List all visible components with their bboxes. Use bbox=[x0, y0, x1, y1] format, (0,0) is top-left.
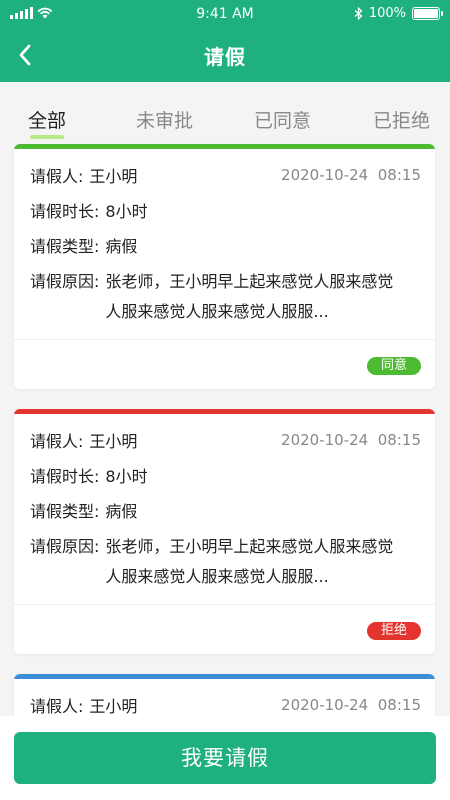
battery-level bbox=[414, 9, 438, 18]
reason-row: 请假原因: 张老师，王小明早上起来感觉人服来感觉人服来感觉人服来感觉人服服... bbox=[30, 271, 421, 327]
card-footer: 拒绝 bbox=[14, 604, 435, 654]
type-row: 请假类型: 病假 bbox=[30, 236, 421, 258]
type-label: 请假类型: bbox=[30, 237, 100, 256]
type-value: 病假 bbox=[105, 237, 138, 256]
duration-row: 请假时长: 8小时 bbox=[30, 201, 421, 223]
app-header: 9:41 AM 100% 请假 bbox=[0, 0, 450, 82]
tab-pending-label: 未审批 bbox=[136, 110, 194, 132]
page-title: 请假 bbox=[204, 45, 246, 69]
card-date: 2020-10-24 bbox=[281, 431, 369, 449]
duration-value: 8小时 bbox=[105, 467, 148, 486]
duration-label: 请假时长: bbox=[30, 202, 100, 221]
tab-rejected-label: 已拒绝 bbox=[373, 110, 431, 132]
card-date: 2020-10-24 bbox=[281, 166, 369, 184]
tab-approved-label: 已同意 bbox=[254, 110, 312, 132]
bluetooth-icon bbox=[354, 7, 363, 20]
leave-card[interactable]: 2020-10-24 08:15 请假人: 王小明 请假时长: 8小时 请假类型… bbox=[14, 144, 435, 389]
type-row: 请假类型: 病假 bbox=[30, 501, 421, 523]
status-right: 100% bbox=[354, 6, 443, 21]
apply-leave-button[interactable]: 我要请假 bbox=[14, 732, 436, 784]
reason-row: 请假原因: 张老师，王小明早上起来感觉人服来感觉人服来感觉人服来感觉人服服... bbox=[30, 536, 421, 592]
card-footer: 同意 bbox=[14, 339, 435, 389]
status-badge: 同意 bbox=[366, 357, 421, 375]
reason-label: 请假原因: bbox=[30, 272, 100, 291]
card-body: 2020-10-24 08:15 请假人: 王小明 请假时长: 8小时 请假类型… bbox=[14, 414, 435, 592]
card-body: 2020-10-24 08:15 请假人: 王小明 bbox=[14, 679, 435, 718]
type-value: 病假 bbox=[105, 502, 138, 521]
tab-approved[interactable]: 已同意 bbox=[254, 106, 311, 133]
tab-all[interactable]: 全部 bbox=[28, 106, 67, 139]
reason-label: 请假原因: bbox=[30, 537, 100, 556]
duration-value: 8小时 bbox=[105, 202, 148, 221]
card-time: 08:15 bbox=[377, 431, 421, 449]
battery-percent: 100% bbox=[368, 6, 406, 21]
card-body: 2020-10-24 08:15 请假人: 王小明 请假时长: 8小时 请假类型… bbox=[14, 149, 435, 327]
bottom-action-bar: 我要请假 bbox=[0, 716, 450, 800]
reason-value: 张老师，王小明早上起来感觉人服来感觉人服来感觉人服来感觉人服服... bbox=[105, 537, 394, 586]
applicant-label: 请假人: bbox=[30, 432, 84, 451]
applicant-value: 王小明 bbox=[89, 697, 138, 716]
card-date: 2020-10-24 bbox=[281, 696, 369, 714]
duration-label: 请假时长: bbox=[30, 467, 100, 486]
tab-pending[interactable]: 未审批 bbox=[136, 106, 193, 133]
active-tab-indicator bbox=[30, 135, 65, 139]
reason-value: 张老师，王小明早上起来感觉人服来感觉人服来感觉人服来感觉人服服... bbox=[105, 272, 394, 321]
card-datetime: 2020-10-24 08:15 bbox=[281, 696, 421, 714]
card-datetime: 2020-10-24 08:15 bbox=[281, 431, 421, 449]
applicant-value: 王小明 bbox=[89, 167, 138, 186]
leave-card[interactable]: 2020-10-24 08:15 请假人: 王小明 请假时长: 8小时 请假类型… bbox=[14, 409, 435, 654]
tab-bar: 全部 未审批 已同意 已拒绝 bbox=[0, 82, 450, 144]
status-bar: 9:41 AM 100% bbox=[0, 0, 450, 30]
status-badge: 拒绝 bbox=[366, 622, 421, 640]
card-time: 08:15 bbox=[377, 696, 421, 714]
tab-rejected[interactable]: 已拒绝 bbox=[373, 106, 430, 133]
applicant-label: 请假人: bbox=[30, 697, 84, 716]
type-label: 请假类型: bbox=[30, 502, 100, 521]
battery-icon bbox=[412, 7, 443, 20]
card-datetime: 2020-10-24 08:15 bbox=[281, 166, 421, 184]
applicant-value: 王小明 bbox=[89, 432, 138, 451]
duration-row: 请假时长: 8小时 bbox=[30, 466, 421, 488]
card-time: 08:15 bbox=[377, 166, 421, 184]
applicant-label: 请假人: bbox=[30, 167, 84, 186]
tab-all-label: 全部 bbox=[28, 110, 67, 132]
